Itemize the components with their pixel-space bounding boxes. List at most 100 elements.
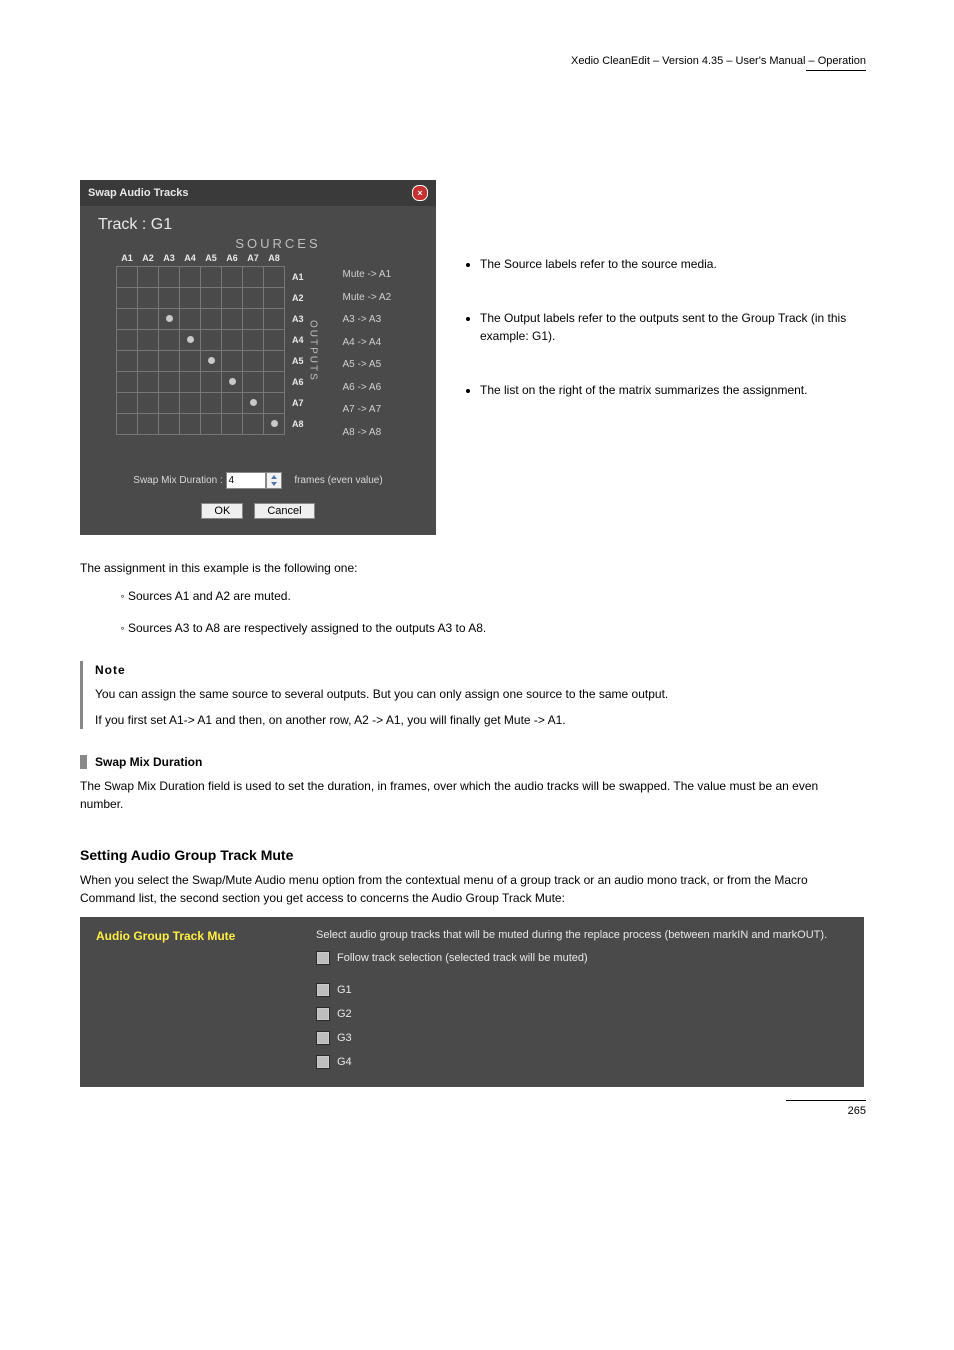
out-A4: A4: [285, 330, 305, 351]
cell[interactable]: [222, 414, 243, 435]
cell[interactable]: [243, 351, 264, 372]
cell[interactable]: [243, 414, 264, 435]
g3-checkbox[interactable]: [316, 1031, 330, 1045]
cell[interactable]: [222, 393, 243, 414]
cell[interactable]: [264, 288, 285, 309]
cell[interactable]: [201, 288, 222, 309]
out-A3: A3: [285, 309, 305, 330]
cell[interactable]: [243, 330, 264, 351]
out-A5: A5: [285, 351, 305, 372]
cell[interactable]: [264, 330, 285, 351]
cell[interactable]: [159, 267, 180, 288]
routing-matrix-wrap: A1 A2 A3 A4 A5 A6 A7 A8 A1OUTPUTS A2: [80, 253, 436, 444]
cell[interactable]: [264, 393, 285, 414]
cell[interactable]: [243, 267, 264, 288]
cell[interactable]: [243, 372, 264, 393]
routing-dot-icon[interactable]: [208, 357, 215, 364]
cell[interactable]: [180, 372, 201, 393]
cell[interactable]: [222, 267, 243, 288]
close-icon[interactable]: ×: [412, 185, 428, 201]
bullet-outputs: The Output labels refer to the outputs s…: [480, 309, 864, 345]
cell[interactable]: [159, 309, 180, 330]
out-A7: A7: [285, 393, 305, 414]
cell[interactable]: [117, 414, 138, 435]
cell[interactable]: [159, 393, 180, 414]
g2-row: G2: [316, 1007, 848, 1021]
cell[interactable]: [117, 393, 138, 414]
mapping-line: A5 -> A5: [343, 354, 392, 377]
cell[interactable]: [180, 330, 201, 351]
cell[interactable]: [201, 309, 222, 330]
document-page: Xedio CleanEdit – Version 4.35 – User's …: [0, 0, 954, 1157]
cell[interactable]: [138, 351, 159, 372]
cell[interactable]: [138, 288, 159, 309]
cell[interactable]: [117, 309, 138, 330]
cell[interactable]: [180, 288, 201, 309]
ok-button[interactable]: OK: [201, 503, 243, 519]
routing-dot-icon[interactable]: [250, 399, 257, 406]
mute-panel-desc: Select audio group tracks that will be m…: [316, 929, 848, 941]
cell[interactable]: [138, 267, 159, 288]
cell[interactable]: [243, 309, 264, 330]
cell[interactable]: [180, 414, 201, 435]
cell[interactable]: [159, 288, 180, 309]
cell[interactable]: [222, 351, 243, 372]
cell[interactable]: [138, 414, 159, 435]
cell[interactable]: [222, 309, 243, 330]
cell[interactable]: [264, 414, 285, 435]
cell[interactable]: [180, 267, 201, 288]
cell[interactable]: [243, 393, 264, 414]
cell[interactable]: [264, 372, 285, 393]
cell[interactable]: [243, 288, 264, 309]
src-col-A3: A3: [159, 253, 180, 267]
cell[interactable]: [201, 372, 222, 393]
cell[interactable]: [264, 309, 285, 330]
running-header: Xedio CleanEdit – Version 4.35 – User's …: [571, 55, 866, 67]
cell[interactable]: [117, 330, 138, 351]
cell[interactable]: [159, 330, 180, 351]
cell[interactable]: [159, 414, 180, 435]
swap-duration-input[interactable]: 4: [226, 472, 266, 489]
g1-checkbox[interactable]: [316, 983, 330, 997]
routing-dot-icon[interactable]: [229, 378, 236, 385]
note-text2: If you first set A1-> A1 and then, on an…: [95, 711, 864, 729]
cell[interactable]: [138, 372, 159, 393]
cell[interactable]: [180, 351, 201, 372]
sources-header: SOURCES: [120, 236, 436, 251]
cell[interactable]: [222, 372, 243, 393]
cell[interactable]: [180, 393, 201, 414]
spinner-arrows-icon[interactable]: [266, 472, 282, 489]
cell[interactable]: [222, 330, 243, 351]
cell[interactable]: [117, 267, 138, 288]
cell[interactable]: [180, 309, 201, 330]
routing-dot-icon[interactable]: [187, 336, 194, 343]
cell[interactable]: [138, 393, 159, 414]
cell[interactable]: [264, 351, 285, 372]
cell[interactable]: [138, 309, 159, 330]
cancel-button[interactable]: Cancel: [254, 503, 314, 519]
source-header-row: A1 A2 A3 A4 A5 A6 A7 A8: [117, 253, 320, 267]
routing-dot-icon[interactable]: [166, 315, 173, 322]
g2-checkbox[interactable]: [316, 1007, 330, 1021]
cell[interactable]: [201, 414, 222, 435]
cell[interactable]: [117, 288, 138, 309]
cell[interactable]: [264, 267, 285, 288]
routing-dot-icon[interactable]: [271, 420, 278, 427]
g4-label: G4: [337, 1056, 352, 1068]
cell[interactable]: [201, 267, 222, 288]
cell[interactable]: [201, 351, 222, 372]
cell[interactable]: [159, 351, 180, 372]
follow-selection-checkbox[interactable]: [316, 951, 330, 965]
page-number: 265: [786, 1100, 866, 1117]
cell[interactable]: [117, 351, 138, 372]
cell[interactable]: [138, 330, 159, 351]
cell[interactable]: [201, 393, 222, 414]
swap-duration-row: Swap Mix Duration : 4 frames (even value…: [80, 444, 436, 497]
src-col-A7: A7: [243, 253, 264, 267]
g4-checkbox[interactable]: [316, 1055, 330, 1069]
cell[interactable]: [222, 288, 243, 309]
swap-duration-text: The Swap Mix Duration field is used to s…: [80, 777, 864, 813]
cell[interactable]: [117, 372, 138, 393]
cell[interactable]: [201, 330, 222, 351]
cell[interactable]: [159, 372, 180, 393]
